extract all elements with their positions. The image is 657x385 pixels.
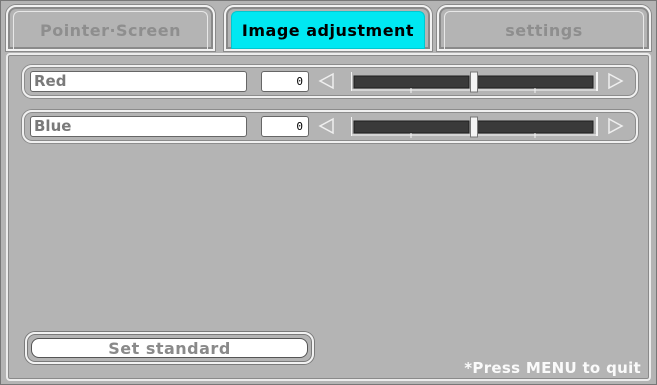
triangle-left-icon[interactable] [318,72,336,90]
blue-slider-knob [470,116,478,138]
set-standard-label: Set standard [31,338,308,358]
tab-settings[interactable]: settings [437,5,651,51]
osd-menu-window: Pointer·Screen Image adjustment settings… [0,0,657,385]
tab-pointer-screen[interactable]: Pointer·Screen [6,5,215,51]
triangle-left-icon[interactable] [318,117,336,135]
adjust-row-blue: Blue 0 [22,110,638,143]
red-slider-knob [470,71,478,93]
quit-hint: *Press MENU to quit [464,359,641,377]
triangle-right-icon[interactable] [606,72,624,90]
blue-slider[interactable] [351,114,598,139]
red-label: Red [30,71,247,92]
adjust-row-red: Red 0 [22,65,638,98]
red-slider[interactable] [351,69,598,94]
blue-value[interactable]: 0 [261,116,309,137]
tab-image-adjustment-label: Image adjustment [231,11,425,49]
tab-image-adjustment[interactable]: Image adjustment [224,5,432,51]
blue-label: Blue [30,116,247,137]
triangle-right-icon[interactable] [606,117,624,135]
red-value[interactable]: 0 [261,71,309,92]
tab-settings-label: settings [444,11,644,49]
tab-pointer-screen-label: Pointer·Screen [13,11,208,49]
set-standard-button[interactable]: Set standard [25,332,314,364]
